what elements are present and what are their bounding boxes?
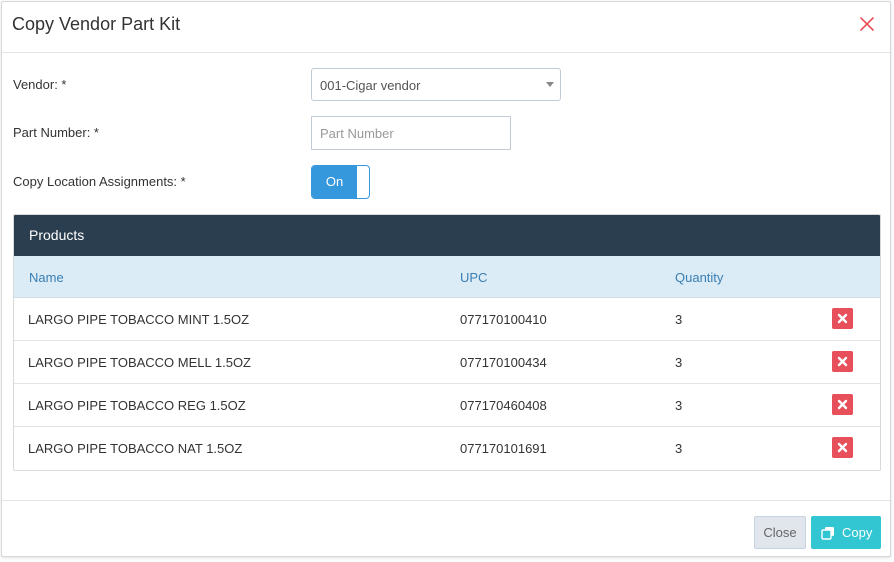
column-header-quantity: Quantity xyxy=(675,270,724,285)
row-upc: 077170101691 xyxy=(460,441,547,456)
table-row: LARGO PIPE TOBACCO REG 1.5OZ 07717046040… xyxy=(14,384,880,427)
products-panel-title: Products xyxy=(14,215,880,256)
delete-icon[interactable] xyxy=(832,351,853,372)
row-upc: 077170460408 xyxy=(460,398,547,413)
table-row: LARGO PIPE TOBACCO NAT 1.5OZ 07717010169… xyxy=(14,427,880,470)
copy-button-label: Copy xyxy=(842,525,873,540)
row-quantity: 3 xyxy=(675,312,683,327)
caret-down-icon xyxy=(546,82,554,87)
row-name: LARGO PIPE TOBACCO MELL 1.5OZ xyxy=(28,355,251,370)
footer-divider xyxy=(2,500,890,501)
row-quantity: 3 xyxy=(675,398,683,413)
row-name: LARGO PIPE TOBACCO NAT 1.5OZ xyxy=(28,441,243,456)
delete-icon[interactable] xyxy=(832,308,853,329)
row-name: LARGO PIPE TOBACCO REG 1.5OZ xyxy=(28,398,246,413)
row-quantity: 3 xyxy=(675,355,683,370)
column-header-name: Name xyxy=(29,270,64,285)
copy-vendor-part-kit-modal: Copy Vendor Part Kit Vendor: * 001-Cigar… xyxy=(1,1,891,557)
part-number-label: Part Number: * xyxy=(13,125,99,140)
vendor-label: Vendor: * xyxy=(13,77,67,92)
copy-location-label: Copy Location Assignments: * xyxy=(13,174,186,189)
copy-button[interactable]: Copy xyxy=(811,516,881,549)
copy-icon xyxy=(821,527,834,540)
column-header-upc: UPC xyxy=(460,270,488,285)
row-upc: 077170100410 xyxy=(460,312,547,327)
modal-header: Copy Vendor Part Kit xyxy=(2,2,890,53)
table-row: LARGO PIPE TOBACCO MELL 1.5OZ 0771701004… xyxy=(14,341,880,384)
products-panel: Products Name UPC Quantity LARGO PIPE TO… xyxy=(13,214,881,471)
row-upc: 077170100434 xyxy=(460,355,547,370)
modal-title: Copy Vendor Part Kit xyxy=(12,14,181,34)
toggle-on-label: On xyxy=(312,166,357,198)
close-icon[interactable] xyxy=(858,15,876,33)
products-table-header: Name UPC Quantity xyxy=(14,256,880,298)
vendor-select[interactable]: 001-Cigar vendor xyxy=(311,68,561,101)
vendor-select-value: 001-Cigar vendor xyxy=(320,78,421,93)
close-button[interactable]: Close xyxy=(754,516,806,549)
row-name: LARGO PIPE TOBACCO MINT 1.5OZ xyxy=(28,312,250,327)
delete-icon[interactable] xyxy=(832,437,853,458)
delete-icon[interactable] xyxy=(832,394,853,415)
copy-location-toggle[interactable]: On xyxy=(311,165,370,199)
table-row: LARGO PIPE TOBACCO MINT 1.5OZ 0771701004… xyxy=(14,298,880,341)
part-number-input[interactable] xyxy=(311,116,511,150)
row-quantity: 3 xyxy=(675,441,683,456)
